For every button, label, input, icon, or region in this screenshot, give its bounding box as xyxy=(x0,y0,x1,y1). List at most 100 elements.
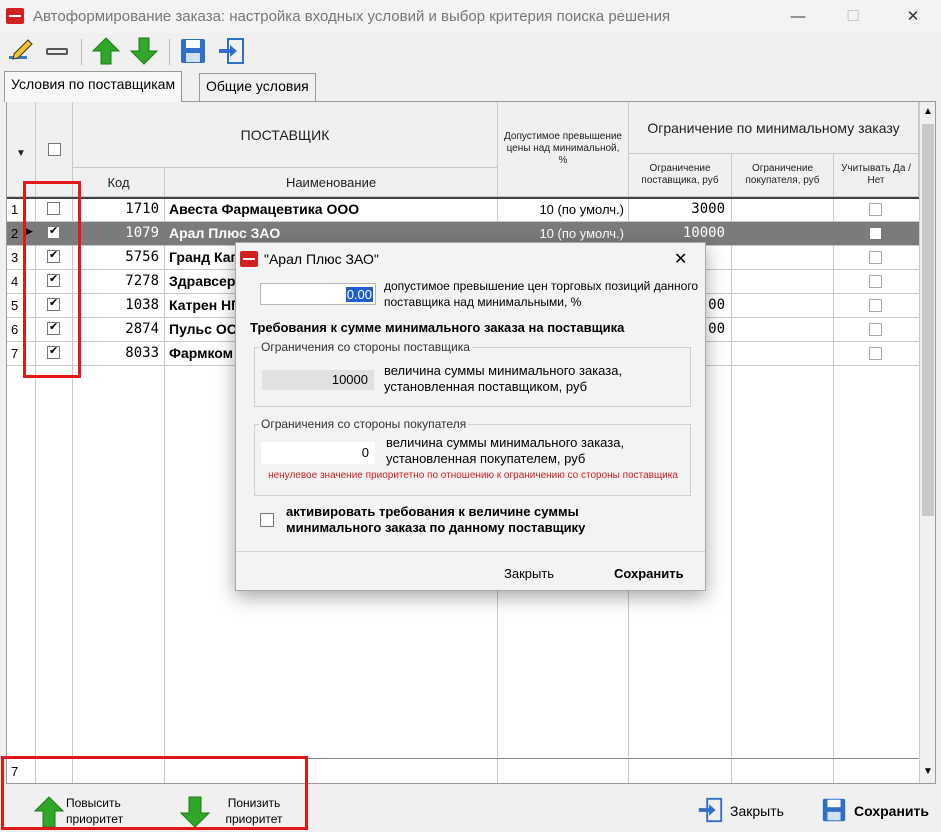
select-all-header xyxy=(36,102,73,197)
raise-priority-button[interactable]: Повысить приоритет xyxy=(30,794,160,830)
supplier-name: Авеста Фармацевтика ООО xyxy=(169,201,360,217)
consider-checkbox[interactable] xyxy=(869,275,882,288)
buyer-limit-input[interactable]: 0 xyxy=(261,442,375,464)
row-number: 5 xyxy=(11,298,19,313)
supplier-limit-header[interactable]: Ограничение поставщика, руб xyxy=(629,154,732,197)
close-button[interactable]: Закрыть xyxy=(694,794,804,826)
supplier-name: Катрен НП xyxy=(169,297,242,313)
code-header[interactable]: Код xyxy=(73,168,165,197)
supplier-header: ПОСТАВЩИК xyxy=(73,102,498,168)
minimize-button[interactable]: — xyxy=(778,4,818,30)
scroll-up-icon[interactable]: ▲ xyxy=(923,106,933,117)
tab-supplier-conditions[interactable]: Условия по поставщикам xyxy=(4,71,183,102)
chevron-down-icon[interactable]: ▼ xyxy=(16,148,26,159)
current-row-pointer-icon: ▶ xyxy=(26,226,33,236)
consider-checkbox[interactable] xyxy=(869,347,882,360)
tab-strip: Условия по поставщикам Общие условия xyxy=(0,71,941,102)
supplier-code: 2874 xyxy=(125,321,159,337)
supplier-name: Здравсер xyxy=(169,273,236,289)
exit-icon xyxy=(698,797,723,823)
close-window-button[interactable]: ✕ xyxy=(893,4,933,30)
column-divider xyxy=(35,197,36,757)
save-disk-icon xyxy=(822,798,846,822)
arrow-down-icon[interactable] xyxy=(129,36,159,66)
select-all-checkbox[interactable] xyxy=(47,142,61,156)
raise-priority-label: Повысить приоритет xyxy=(66,796,124,826)
row-checkbox[interactable] xyxy=(47,202,60,215)
supplier-name: Гранд Кап xyxy=(169,249,239,265)
buyer-group-label: Ограничения со стороны покупателя xyxy=(259,417,469,431)
column-divider xyxy=(164,197,165,757)
excess-input[interactable]: 0.00 xyxy=(260,283,376,305)
vertical-scrollbar[interactable]: ▲ ▼ xyxy=(919,102,935,783)
footer-row-count: 7 xyxy=(11,764,19,779)
name-header[interactable]: Наименование xyxy=(165,168,498,197)
close-label: Закрыть xyxy=(730,803,784,819)
supplier-limit-label: величина суммы минимального заказа, уста… xyxy=(384,363,623,394)
dialog-save-button[interactable]: Сохранить xyxy=(614,566,684,581)
dialog-close-icon[interactable]: ✕ xyxy=(674,249,687,269)
dialog-close-button[interactable]: Закрыть xyxy=(504,566,554,581)
allowed-excess-header[interactable]: Допустимое превышение цены над минимальн… xyxy=(498,102,629,197)
dialog-footer: Закрыть Сохранить xyxy=(236,551,705,591)
row-checkbox[interactable] xyxy=(47,248,60,263)
dialog-title: "Арал Плюс ЗАО" xyxy=(264,251,379,267)
activate-label: активировать требования к величине суммы… xyxy=(286,504,586,535)
row-checkbox[interactable] xyxy=(47,344,60,359)
supplier-limit-field-value: 10000 xyxy=(331,372,368,387)
row-menu-header[interactable]: ▼ xyxy=(7,102,36,197)
row-checkbox[interactable] xyxy=(47,224,60,239)
lower-priority-button[interactable]: Понизить приоритет xyxy=(176,794,306,830)
supplier-code: 1710 xyxy=(125,201,159,217)
column-divider xyxy=(833,197,834,757)
supplier-code: 1038 xyxy=(125,297,159,313)
save-button[interactable]: Сохранить xyxy=(818,794,936,826)
edit-pencil-icon[interactable] xyxy=(6,36,36,66)
column-divider xyxy=(731,197,732,757)
supplier-code: 7278 xyxy=(125,273,159,289)
row-number: 2 xyxy=(11,226,19,241)
arrow-up-icon[interactable] xyxy=(91,36,121,66)
consider-checkbox[interactable] xyxy=(869,323,882,336)
scroll-down-icon[interactable]: ▼ xyxy=(923,766,933,777)
row-number: 6 xyxy=(11,322,19,337)
row-number: 4 xyxy=(11,274,19,289)
exit-icon[interactable] xyxy=(216,36,246,66)
row-checkbox[interactable] xyxy=(47,272,60,287)
app-logo-icon xyxy=(6,8,24,24)
row-number: 1 xyxy=(11,202,19,217)
save-label: Сохранить xyxy=(854,803,929,819)
consider-checkbox[interactable] xyxy=(869,299,882,312)
maximize-button[interactable]: ☐ xyxy=(833,4,873,30)
buyer-limit-label: величина суммы минимального заказа, уста… xyxy=(386,435,625,466)
title-bar: Автоформирование заказа: настройка входн… xyxy=(0,0,941,33)
activate-checkbox[interactable] xyxy=(260,513,274,527)
dialog-title-bar: "Арал Плюс ЗАО" ✕ xyxy=(236,243,705,275)
buyer-limits-group: Ограничения со стороны покупателя 0 вели… xyxy=(254,417,691,496)
buyer-limit-note: ненулевое значение приоритетно по отноше… xyxy=(268,470,678,481)
arrow-down-icon xyxy=(180,796,210,828)
column-divider xyxy=(833,759,834,783)
save-disk-icon[interactable] xyxy=(178,36,208,66)
supplier-settings-dialog: "Арал Плюс ЗАО" ✕ 0.00 допустимое превыш… xyxy=(235,242,706,591)
buyer-limit-header[interactable]: Ограничение покупателя, руб xyxy=(732,154,834,197)
tab-general-conditions[interactable]: Общие условия xyxy=(199,73,316,101)
row-checkbox[interactable] xyxy=(47,320,60,335)
supplier-limit-value: 10000 xyxy=(682,225,725,241)
lower-priority-label: Понизить приоритет xyxy=(225,796,283,826)
minus-icon[interactable] xyxy=(42,36,72,66)
column-divider xyxy=(628,759,629,783)
toolbar-separator xyxy=(81,39,82,65)
consider-header[interactable]: Учитывать Да / Нет xyxy=(834,154,919,197)
supplier-name: Арал Плюс ЗАО xyxy=(169,225,281,241)
scrollbar-thumb[interactable] xyxy=(922,124,934,516)
excess-input-value: 0.00 xyxy=(345,287,373,302)
consider-checkbox[interactable] xyxy=(869,227,882,240)
row-checkbox[interactable] xyxy=(47,296,60,311)
row-number: 3 xyxy=(11,250,19,265)
supplier-code: 8033 xyxy=(125,345,159,361)
column-divider xyxy=(731,759,732,783)
consider-checkbox[interactable] xyxy=(869,203,882,216)
supplier-name: Фармком xyxy=(169,345,234,361)
consider-checkbox[interactable] xyxy=(869,251,882,264)
